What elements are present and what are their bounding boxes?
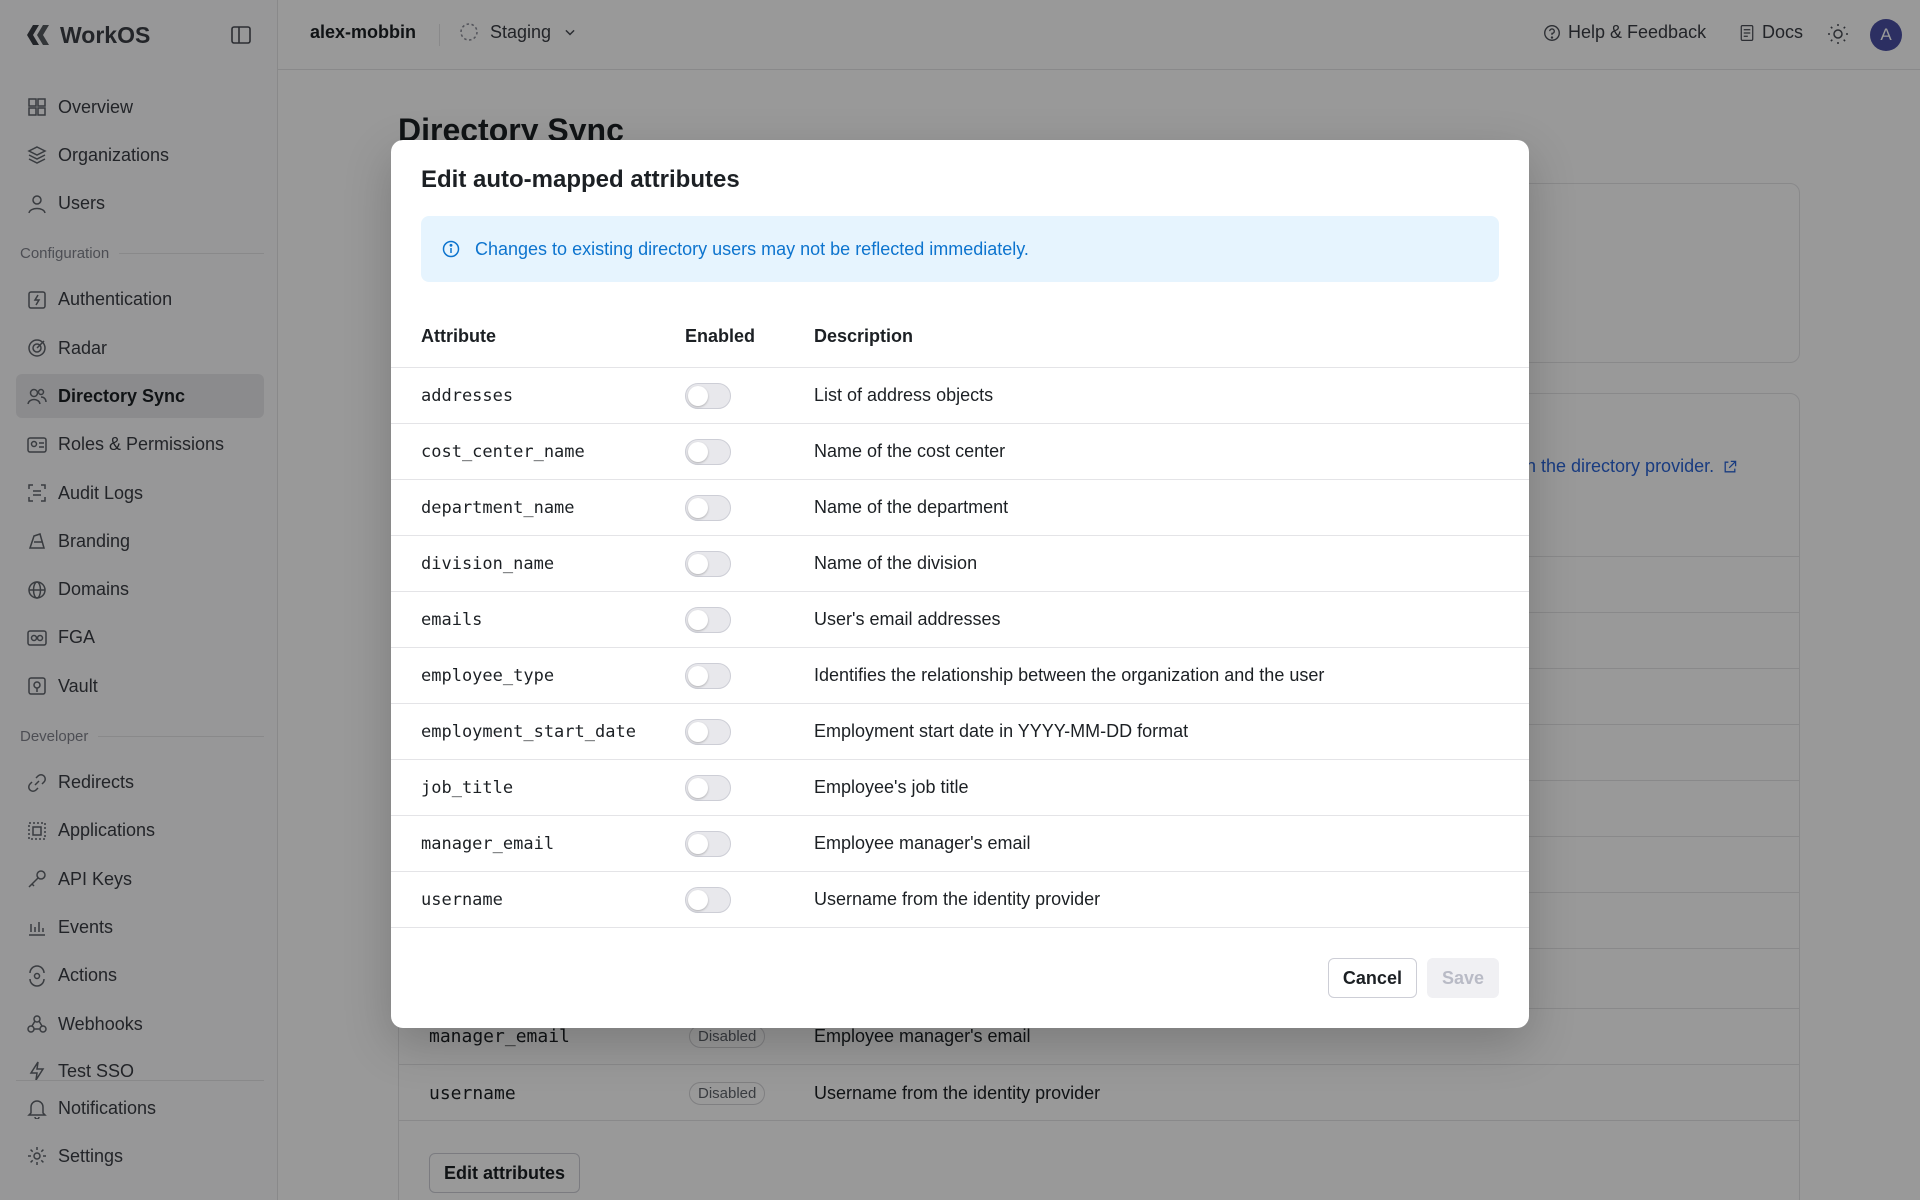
- table-row: manager_email Employee manager's email: [391, 816, 1529, 872]
- attribute-description: Username from the identity provider: [814, 889, 1101, 909]
- enabled-toggle[interactable]: [685, 662, 731, 689]
- attribute-name: division_name: [421, 553, 555, 574]
- column-header-description: Description: [814, 326, 914, 346]
- info-callout: Changes to existing directory users may …: [421, 216, 1499, 282]
- attribute-name: department_name: [421, 497, 575, 518]
- table-row: employee_type Identifies the relationshi…: [391, 648, 1529, 704]
- table-row: employment_start_date Employment start d…: [391, 704, 1529, 760]
- attribute-description: Identifies the relationship between the …: [814, 665, 1325, 685]
- info-icon: [442, 240, 460, 258]
- table-row: division_name Name of the division: [391, 536, 1529, 592]
- attribute-name: manager_email: [421, 833, 555, 854]
- edit-attributes-modal: Edit auto-mapped attributes Changes to e…: [391, 140, 1529, 1028]
- table-row: department_name Name of the department: [391, 480, 1529, 536]
- table-row: cost_center_name Name of the cost center: [391, 424, 1529, 480]
- attributes-table: addresses List of address objects cost_c…: [391, 368, 1529, 928]
- table-header: Attribute Enabled Description: [391, 326, 1529, 368]
- enabled-toggle[interactable]: [685, 606, 731, 633]
- attribute-description: User's email addresses: [814, 609, 1001, 629]
- attribute-description: Name of the department: [814, 497, 1009, 517]
- attribute-description: List of address objects: [814, 385, 994, 405]
- table-row: emails User's email addresses: [391, 592, 1529, 648]
- modal-title: Edit auto-mapped attributes: [421, 166, 740, 193]
- attribute-description: Employee's job title: [814, 777, 969, 797]
- attribute-name: addresses: [421, 385, 514, 406]
- enabled-toggle[interactable]: [685, 494, 731, 521]
- table-row: job_title Employee's job title: [391, 760, 1529, 816]
- enabled-toggle[interactable]: [685, 774, 731, 801]
- table-row: username Username from the identity prov…: [391, 872, 1529, 928]
- column-header-enabled: Enabled: [685, 326, 756, 346]
- enabled-toggle[interactable]: [685, 718, 731, 745]
- cancel-button[interactable]: Cancel: [1327, 958, 1417, 998]
- attribute-description: Employment start date in YYYY-MM-DD form…: [814, 721, 1189, 741]
- enabled-toggle[interactable]: [685, 550, 731, 577]
- attribute-description: Name of the cost center: [814, 441, 1006, 461]
- enabled-toggle[interactable]: [685, 830, 731, 857]
- attribute-name: employment_start_date: [421, 721, 636, 742]
- attribute-name: emails: [421, 609, 483, 630]
- attribute-name: job_title: [421, 777, 514, 798]
- attribute-name: cost_center_name: [421, 441, 585, 462]
- callout-text: Changes to existing directory users may …: [475, 238, 1029, 259]
- attribute-description: Name of the division: [814, 553, 978, 573]
- table-row: addresses List of address objects: [391, 368, 1529, 424]
- save-button[interactable]: Save: [1426, 958, 1499, 998]
- attribute-description: Employee manager's email: [814, 833, 1031, 853]
- attribute-name: employee_type: [421, 665, 555, 686]
- modal-footer: Cancel Save: [1327, 958, 1499, 998]
- attribute-name: username: [421, 889, 503, 910]
- enabled-toggle[interactable]: [685, 886, 731, 913]
- column-header-attribute: Attribute: [421, 326, 496, 346]
- enabled-toggle[interactable]: [685, 438, 731, 465]
- enabled-toggle[interactable]: [685, 382, 731, 409]
